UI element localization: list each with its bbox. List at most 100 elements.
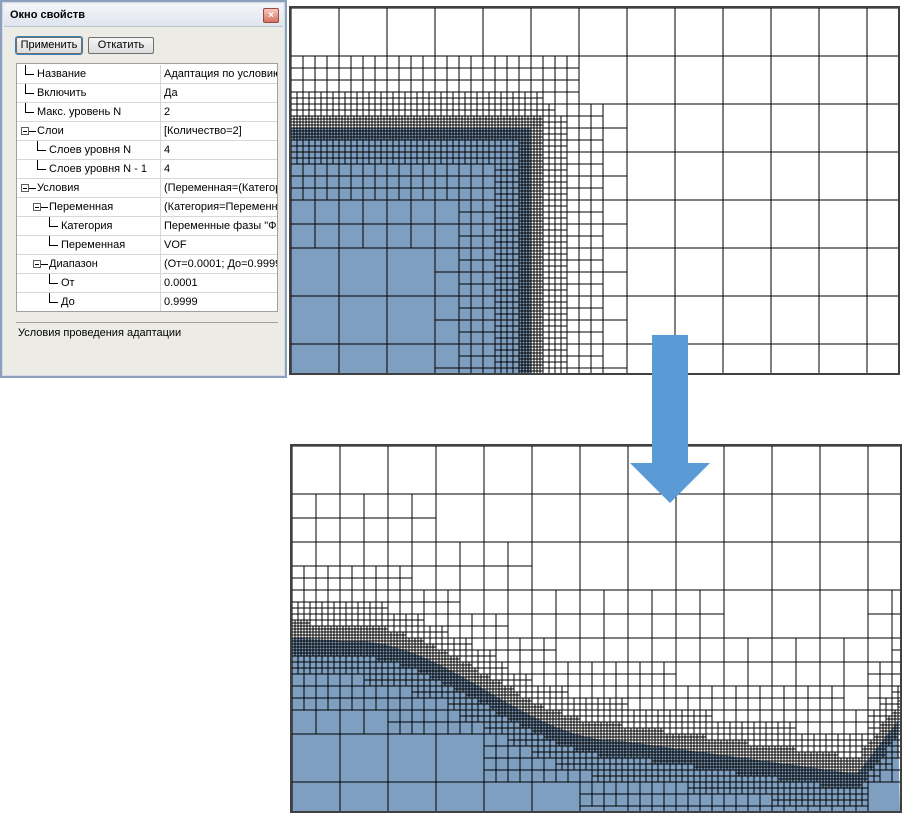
fluid-cell [486, 131, 489, 134]
property-row[interactable]: Слоев уровня N - 1 4 [17, 160, 277, 179]
property-value[interactable]: 2 [164, 106, 277, 118]
apply-button[interactable]: Применить [15, 36, 83, 55]
fluid-cell [525, 356, 528, 359]
fluid-cell [513, 224, 519, 230]
property-value[interactable]: 4 [164, 163, 277, 175]
property-row[interactable]: Категория Переменные фазы "Фа [17, 217, 277, 236]
fluid-cell [480, 137, 483, 140]
property-value[interactable]: Адаптация по условию [164, 68, 277, 80]
mesh-adapted-svg [292, 446, 900, 811]
property-row[interactable]: Диапазон (От=0.0001; До=0.9999) [17, 255, 277, 274]
fluid-cell [495, 362, 501, 368]
fluid-cell [435, 296, 459, 320]
fluid-cell [339, 164, 351, 176]
fluid-cell [477, 137, 480, 140]
fluid-cell [528, 335, 531, 338]
fluid-cell [345, 131, 348, 134]
property-value[interactable]: 0.0001 [164, 277, 277, 289]
collapse-icon[interactable] [33, 203, 41, 211]
fluid-cell [507, 200, 513, 206]
fluid-cell [447, 164, 459, 176]
fluid-cell [351, 140, 357, 146]
fluid-cell [435, 224, 459, 248]
property-row[interactable]: Слоев уровня N 4 [17, 141, 277, 160]
fluid-cell [519, 209, 522, 212]
mesh-view-adapted [290, 444, 902, 813]
fluid-cell [501, 242, 507, 248]
collapse-icon[interactable] [33, 260, 41, 268]
property-row[interactable]: До 0.9999 [17, 293, 277, 311]
fluid-cell [387, 164, 399, 176]
fluid-cell [525, 170, 528, 173]
property-value[interactable]: (Переменная=(Категория [164, 182, 277, 194]
fluid-cell [528, 308, 531, 311]
property-value[interactable]: (От=0.0001; До=0.9999) [164, 258, 277, 270]
fluid-cell [495, 242, 501, 248]
fluid-cell [399, 188, 411, 200]
property-row[interactable]: Переменная (Категория=Переменн [17, 198, 277, 217]
fluid-cell [345, 152, 351, 158]
property-row[interactable]: Название Адаптация по условию [17, 65, 277, 84]
fluid-cell [465, 152, 471, 158]
fluid-cell [309, 128, 312, 131]
fluid-cell [483, 176, 495, 188]
fluid-cell [528, 368, 531, 371]
fluid-cell [522, 203, 525, 206]
property-row[interactable]: Включить Да [17, 84, 277, 103]
property-row[interactable]: Слои [Количество=2] [17, 122, 277, 141]
fluid-cell [501, 206, 507, 212]
fluid-cell [399, 140, 405, 146]
fluid-cell [357, 140, 363, 146]
fluid-cell [525, 362, 528, 365]
collapse-icon[interactable] [21, 184, 29, 192]
property-value[interactable]: 0.9999 [164, 296, 277, 308]
fluid-cell [519, 218, 522, 221]
fluid-cell [390, 137, 393, 140]
fluid-cell [501, 350, 507, 356]
fluid-cell [456, 128, 459, 131]
fluid-cell [522, 176, 525, 179]
fluid-cell [522, 290, 525, 293]
window-titlebar: Окно свойств × [4, 4, 283, 27]
fluid-cell [381, 137, 384, 140]
property-value[interactable]: 4 [164, 144, 277, 156]
fluid-cell [528, 305, 531, 308]
fluid-cell [519, 227, 522, 230]
fluid-cell [477, 152, 483, 158]
reset-button[interactable]: Откатить [88, 37, 154, 54]
fluid-cell [495, 326, 501, 332]
property-row[interactable]: От 0.0001 [17, 274, 277, 293]
fluid-cell [522, 173, 525, 176]
fluid-cell [528, 254, 531, 257]
fluid-cell [372, 137, 375, 140]
fluid-cell [351, 134, 354, 137]
property-value[interactable]: Да [164, 87, 277, 99]
fluid-cell [447, 137, 450, 140]
fluid-cell [297, 134, 300, 137]
fluid-cell [474, 131, 477, 134]
property-row[interactable]: Переменная VOF [17, 236, 277, 255]
property-row[interactable]: Условия (Переменная=(Категория [17, 179, 277, 198]
fluid-cell [513, 158, 519, 164]
fluid-cell [354, 128, 357, 131]
property-value[interactable]: (Категория=Переменн [164, 201, 277, 213]
fluid-cell [522, 287, 525, 290]
fluid-cell [339, 158, 345, 164]
fluid-cell [519, 299, 522, 302]
fluid-cell [450, 137, 453, 140]
fluid-cell [507, 140, 513, 146]
fluid-cell [522, 353, 525, 356]
tree-branch-line [37, 150, 46, 151]
property-row[interactable]: Макс. уровень N 2 [17, 103, 277, 122]
collapse-icon[interactable] [21, 127, 29, 135]
fluid-cell [525, 335, 528, 338]
fluid-cell [519, 146, 522, 149]
property-value[interactable]: Переменные фазы "Фа [164, 220, 277, 232]
fluid-cell [477, 131, 480, 134]
fluid-cell [303, 188, 315, 200]
close-icon[interactable]: × [263, 8, 279, 23]
property-value[interactable]: VOF [164, 239, 277, 251]
property-value[interactable]: [Количество=2] [164, 125, 277, 137]
fluid-cell [519, 173, 522, 176]
fluid-cell [477, 146, 483, 152]
